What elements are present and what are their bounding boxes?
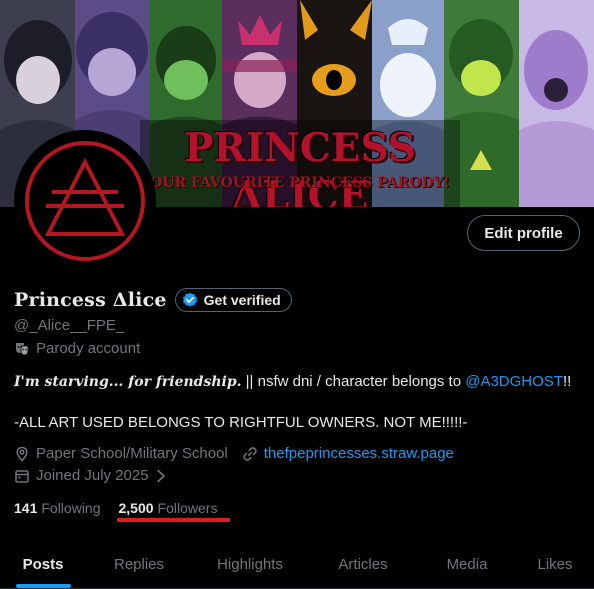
tab-posts-label: Posts — [22, 555, 64, 573]
tab-likes[interactable]: Likes — [516, 540, 594, 588]
theater-masks-icon — [14, 341, 30, 357]
tab-articles[interactable]: Articles — [308, 540, 418, 588]
tab-media-label: Media — [446, 555, 488, 573]
tab-replies[interactable]: Replies — [86, 540, 192, 588]
tab-posts[interactable]: Posts — [0, 540, 86, 588]
tab-likes-label: Likes — [537, 555, 573, 573]
tab-highlights-label: Highlights — [217, 555, 283, 573]
tab-replies-label: Replies — [113, 555, 165, 573]
link-icon — [242, 446, 258, 462]
get-verified-label: Get verified — [203, 292, 281, 308]
banner-title: PRINCESS ΔLICE — [184, 125, 416, 207]
profile-meta-row: Paper School/Military School thefpeprinc… — [14, 445, 468, 462]
tab-articles-label: Articles — [338, 555, 388, 573]
avatar[interactable] — [14, 130, 156, 272]
calendar-icon — [14, 468, 30, 484]
name-row: Princess Δlice Get verified — [14, 288, 292, 312]
website-item[interactable]: thefpeprincesses.straw.page — [242, 445, 454, 462]
joined-date-row[interactable]: Joined July 2025 — [14, 467, 167, 484]
alchemy-triangle-logo — [25, 141, 145, 261]
following-stat[interactable]: 141 Following — [14, 500, 101, 516]
location-text: Paper School/Military School — [36, 445, 228, 462]
following-label: Following — [41, 500, 101, 516]
following-count: 141 — [14, 500, 38, 516]
followers-stat[interactable]: 2,500 Followers — [119, 500, 218, 516]
bio-text-end: !! — [562, 373, 572, 390]
location-item: Paper School/Military School — [14, 445, 228, 462]
active-tab-indicator — [16, 584, 71, 588]
display-name: Princess Δlice — [14, 289, 167, 311]
verified-badge-icon — [182, 292, 198, 308]
follow-stats: 141 Following 2,500 Followers — [14, 500, 217, 516]
tab-media[interactable]: Media — [418, 540, 516, 588]
get-verified-button[interactable]: Get verified — [174, 288, 292, 312]
bio-line-2: -ALL ART USED BELONGS TO RIGHTFUL OWNERS… — [14, 414, 468, 431]
parody-label-row: Parody account — [14, 340, 140, 357]
joined-date-text: Joined July 2025 — [36, 467, 149, 484]
parody-account-label: Parody account — [36, 340, 141, 357]
bio-line-1: I'm starving... for friendship. || nsfw … — [14, 373, 571, 390]
red-annotation-underline — [117, 518, 230, 522]
profile-tabs: Posts Replies Highlights Articles Media … — [0, 540, 594, 589]
bio-mention-link[interactable]: @A3DGHOST — [465, 373, 563, 390]
username-handle: @_Alice__FPE_ — [14, 317, 125, 334]
edit-profile-button[interactable]: Edit profile — [467, 215, 580, 251]
chevron-right-icon — [155, 469, 167, 483]
followers-count: 2,500 — [118, 500, 154, 516]
bio-styled-text: I'm starving... for friendship. — [14, 374, 242, 390]
banner-subtitle: OUR FAVOURITE PRINCESS PARODY! — [150, 175, 450, 191]
followers-label: Followers — [157, 500, 218, 516]
website-link[interactable]: thefpeprincesses.straw.page — [264, 445, 454, 462]
tab-highlights[interactable]: Highlights — [192, 540, 308, 588]
bio-text: || nsfw dni / character belongs to — [241, 373, 466, 390]
location-pin-icon — [14, 446, 30, 462]
